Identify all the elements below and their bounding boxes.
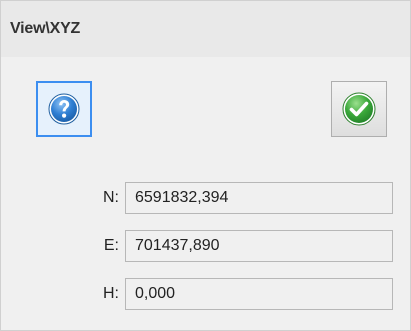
checkmark-icon xyxy=(342,92,376,131)
help-icon xyxy=(48,93,80,130)
ok-button[interactable] xyxy=(331,81,387,137)
height-field[interactable] xyxy=(125,278,393,310)
northing-label: N: xyxy=(103,189,119,206)
northing-field[interactable] xyxy=(125,182,393,214)
title-bar: View\XYZ xyxy=(1,1,410,57)
height-label: H: xyxy=(103,285,119,302)
panel-title: View\XYZ xyxy=(10,20,81,37)
xyz-view-panel: View\XYZ N: 6591832,394 E: 701437,890 H:… xyxy=(0,0,411,331)
help-button[interactable] xyxy=(36,81,92,137)
easting-label: E: xyxy=(103,237,119,254)
easting-field[interactable] xyxy=(125,230,393,262)
